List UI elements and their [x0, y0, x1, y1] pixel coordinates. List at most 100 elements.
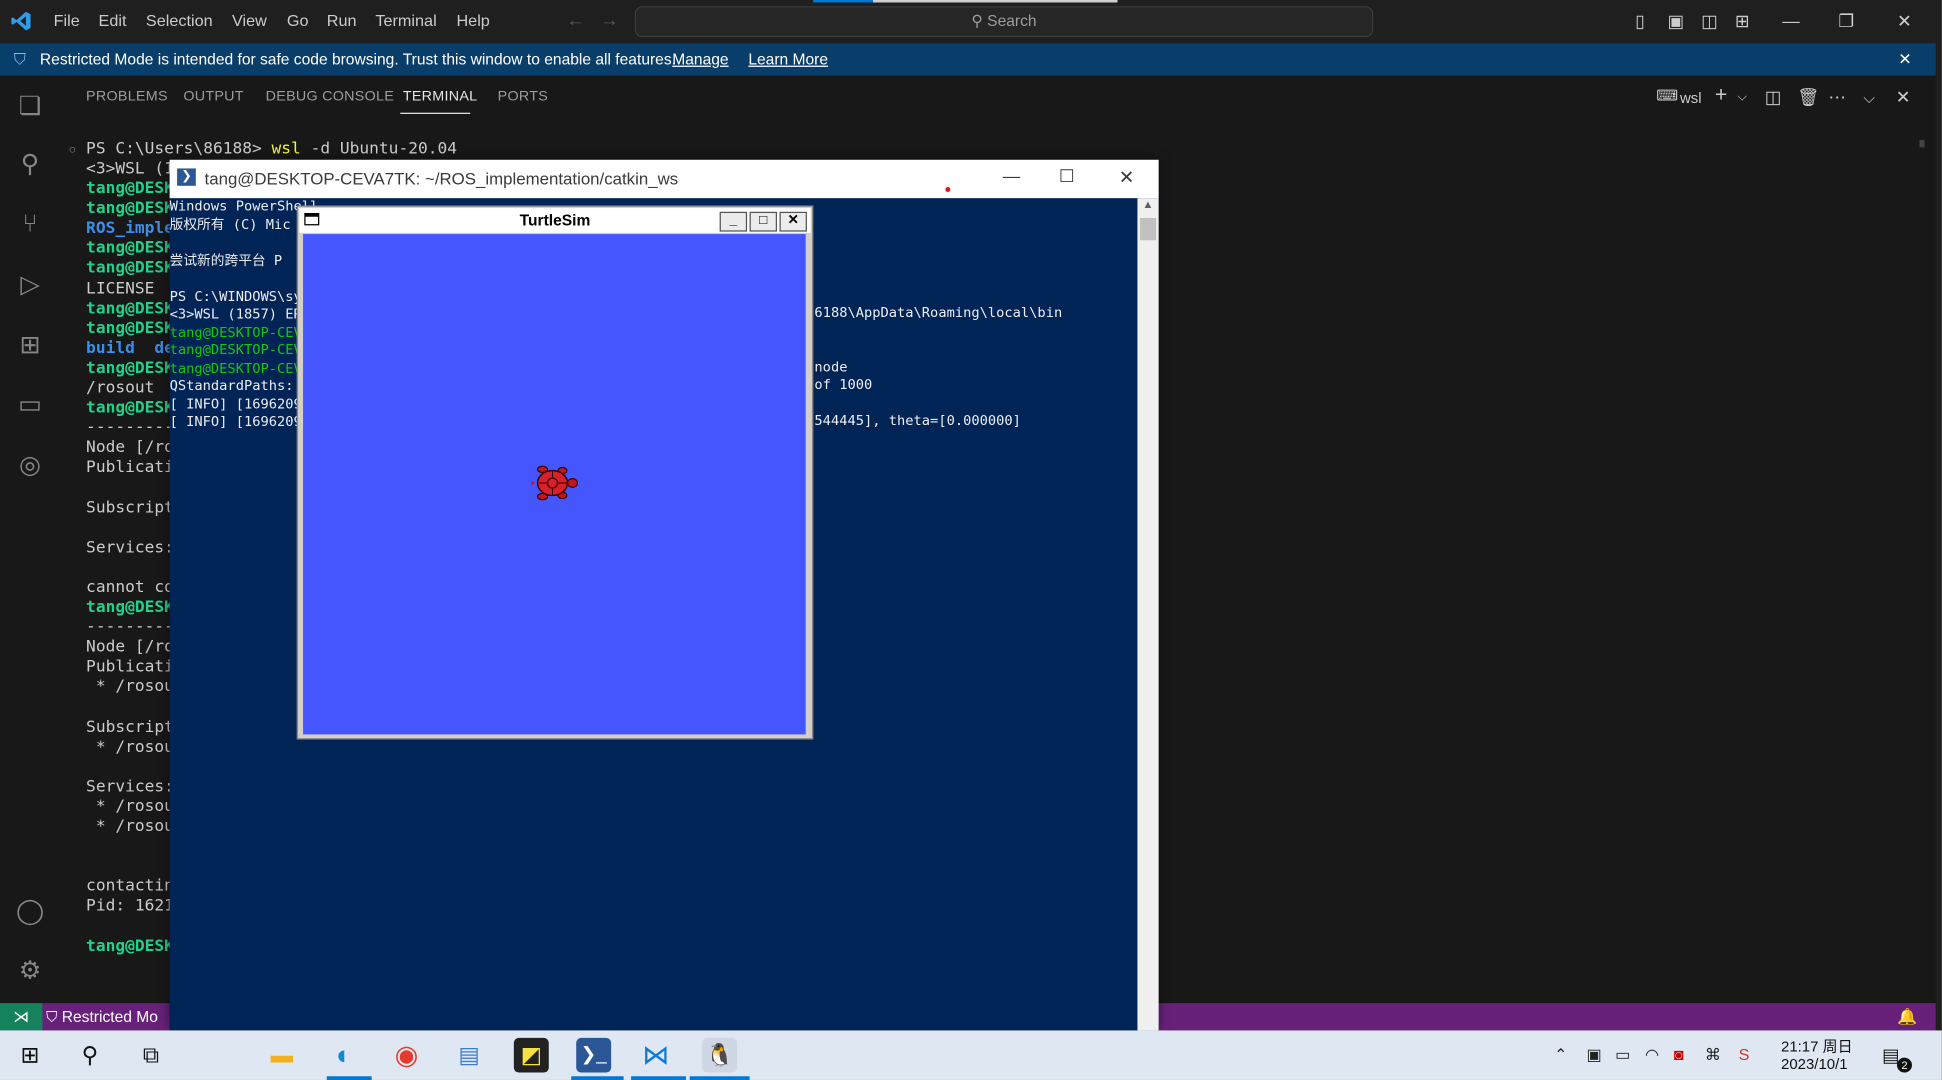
restricted-mode-banner: ⛉ Restricted Mode is intended for safe c…: [0, 43, 1936, 76]
task-view-icon[interactable]: ⧉: [133, 1038, 168, 1073]
toggle-primary-sidebar-icon[interactable]: ▯: [1635, 11, 1645, 32]
menu-run[interactable]: Run: [327, 11, 357, 30]
linux-tux-icon[interactable]: 🐧: [702, 1037, 738, 1073]
ps-output-path: 6188\AppData\Roaming\local\bin: [814, 304, 1063, 321]
ps-output-of: of 1000: [814, 376, 873, 393]
chevron-up-icon[interactable]: ⌃: [1554, 1045, 1568, 1065]
close-panel-icon[interactable]: ✕: [1896, 87, 1911, 108]
split-terminal-icon[interactable]: ◫: [1765, 87, 1782, 108]
git-graph-icon[interactable]: ◎: [15, 451, 45, 481]
activity-bar: ❏ ⚲ ⑂ ▷ ⊞ ▭ ◎ ◯ ⚙: [0, 75, 63, 1004]
edge-running-indicator: [326, 1076, 372, 1080]
minimize-icon[interactable]: —: [1782, 11, 1799, 31]
terminal-scrollbar[interactable]: [1919, 139, 1925, 148]
banner-message: Restricted Mode is intended for safe cod…: [39, 50, 676, 69]
security-icon[interactable]: ◙: [1674, 1045, 1684, 1064]
minimize-icon[interactable]: _: [719, 211, 748, 232]
active-tab-indicator: [400, 112, 471, 114]
close-icon[interactable]: ✕: [1119, 166, 1135, 188]
close-icon[interactable]: ✕: [779, 211, 807, 232]
manage-link[interactable]: Manage: [672, 51, 728, 68]
menu-edit[interactable]: Edit: [99, 11, 127, 30]
file-explorer-icon[interactable]: ▬: [264, 1038, 299, 1073]
powershell-window-title: tang@DESKTOP-CEVA7TK: ~/ROS_implementati…: [204, 169, 679, 189]
meet-now-icon[interactable]: ▣: [1586, 1045, 1601, 1065]
search-icon[interactable]: ⚲: [72, 1038, 107, 1073]
close-icon[interactable]: ✕: [1897, 11, 1912, 32]
powershell-titlebar[interactable]: ❯ tang@DESKTOP-CEVA7TK: ~/ROS_implementa…: [169, 159, 1159, 199]
tab-ports[interactable]: PORTS: [498, 89, 548, 104]
forward-arrow-icon[interactable]: →: [600, 10, 619, 31]
toggle-panel-icon[interactable]: ▣: [1668, 11, 1685, 32]
tab-output[interactable]: OUTPUT: [183, 89, 243, 104]
search-icon[interactable]: ⚲: [15, 150, 45, 180]
clock-time[interactable]: 21:17 周日: [1781, 1035, 1853, 1056]
clock-date[interactable]: 2023/10/1: [1781, 1055, 1848, 1072]
run-debug-icon[interactable]: ▷: [15, 270, 45, 300]
restore-icon[interactable]: ❐: [1838, 11, 1854, 32]
powershell-line: <3>WSL (1857) ER: [169, 305, 302, 323]
tab-problems[interactable]: PROBLEMS: [86, 89, 168, 104]
tab-debug-console[interactable]: DEBUG CONSOLE: [266, 89, 394, 104]
maximize-icon[interactable]: ☐: [1059, 166, 1075, 187]
powershell-line: 尝试新的跨平台 P: [169, 252, 283, 269]
edge-icon[interactable]: ◐: [327, 1038, 362, 1073]
notification-count-badge: 2: [1896, 1057, 1912, 1073]
menu-view[interactable]: View: [232, 11, 267, 30]
explorer-icon[interactable]: ❏: [15, 92, 45, 122]
start-icon[interactable]: ⊞: [12, 1038, 47, 1073]
accounts-icon[interactable]: ◯: [15, 897, 45, 927]
command-decoration-icon: ○: [68, 143, 77, 158]
tab-terminal[interactable]: TERMINAL: [403, 89, 478, 104]
trash-icon[interactable]: 🗑: [1797, 87, 1819, 108]
back-arrow-icon[interactable]: ←: [566, 10, 585, 31]
chrome-icon[interactable]: ◉: [389, 1038, 424, 1073]
maximize-icon[interactable]: □: [749, 211, 778, 232]
minimize-icon[interactable]: —: [1003, 166, 1020, 186]
menu-go[interactable]: Go: [287, 11, 309, 30]
vscode-icon[interactable]: ⋈: [639, 1038, 674, 1073]
ps-output-node: node: [814, 359, 848, 376]
search-icon: ⚲: [971, 12, 983, 30]
customize-layout-icon[interactable]: ⊞: [1735, 11, 1750, 32]
banner-close-icon[interactable]: ✕: [1898, 50, 1912, 70]
new-terminal-icon[interactable]: +: [1715, 83, 1727, 108]
terminal-command-line: PS C:\Users\86188> wsl -d Ubuntu-20.04: [86, 140, 457, 160]
extensions-icon[interactable]: ⊞: [15, 331, 45, 361]
chevron-down-icon[interactable]: ⌵: [1737, 90, 1746, 104]
sticky-notes-icon[interactable]: ◩: [513, 1037, 549, 1073]
powershell-scrollbar[interactable]: ▲: [1137, 198, 1159, 1031]
command-search-box[interactable]: ⚲ Search: [634, 6, 1374, 38]
source-control-icon[interactable]: ⑂: [15, 209, 45, 239]
learn-more-link[interactable]: Learn More: [748, 51, 828, 68]
restricted-mode-status[interactable]: ⛉ Restricted Mo: [46, 1003, 171, 1030]
turtlesim-running-indicator: [689, 1076, 750, 1080]
title-accent-line: [813, 0, 874, 3]
shield-icon: ⛉: [46, 1008, 58, 1026]
menu-help[interactable]: Help: [456, 11, 489, 30]
powershell-line: QStandardPaths:: [169, 377, 302, 394]
control-panel-icon[interactable]: ▤: [451, 1038, 486, 1073]
maximize-panel-icon[interactable]: ⌵: [1863, 89, 1874, 108]
turtlesim-titlebar[interactable]: TurtleSim _ □ ✕: [299, 208, 811, 233]
wifi-icon[interactable]: ◠: [1645, 1045, 1659, 1065]
powershell-line: 版权所有 (C) Mic: [169, 216, 291, 233]
remote-indicator-icon[interactable]: ⋊: [0, 1003, 43, 1031]
powershell-icon[interactable]: ❯_: [576, 1037, 612, 1073]
scroll-thumb[interactable]: [1139, 217, 1157, 241]
menu-terminal[interactable]: Terminal: [375, 11, 436, 30]
battery-icon[interactable]: ▭: [1615, 1045, 1630, 1065]
gear-icon[interactable]: ⚙: [15, 956, 45, 986]
notifications-bell-icon[interactable]: 🔔: [1897, 1007, 1917, 1027]
remote-explorer-icon[interactable]: ▭: [15, 390, 45, 420]
sogou-ime-icon[interactable]: S: [1739, 1045, 1750, 1064]
input-method-icon[interactable]: ⌘: [1705, 1045, 1721, 1065]
menu-selection[interactable]: Selection: [146, 11, 213, 30]
scroll-up-icon[interactable]: ▲: [1142, 198, 1153, 210]
terminal-prompt: PS C:\Users\86188>: [86, 139, 272, 159]
menu-file[interactable]: File: [54, 11, 80, 30]
toggle-secondary-sidebar-icon[interactable]: ◫: [1701, 11, 1718, 32]
terminal-shell-label[interactable]: wsl: [1680, 89, 1702, 106]
more-actions-icon[interactable]: ⋯: [1828, 87, 1845, 108]
turtle-icon: [531, 465, 579, 501]
